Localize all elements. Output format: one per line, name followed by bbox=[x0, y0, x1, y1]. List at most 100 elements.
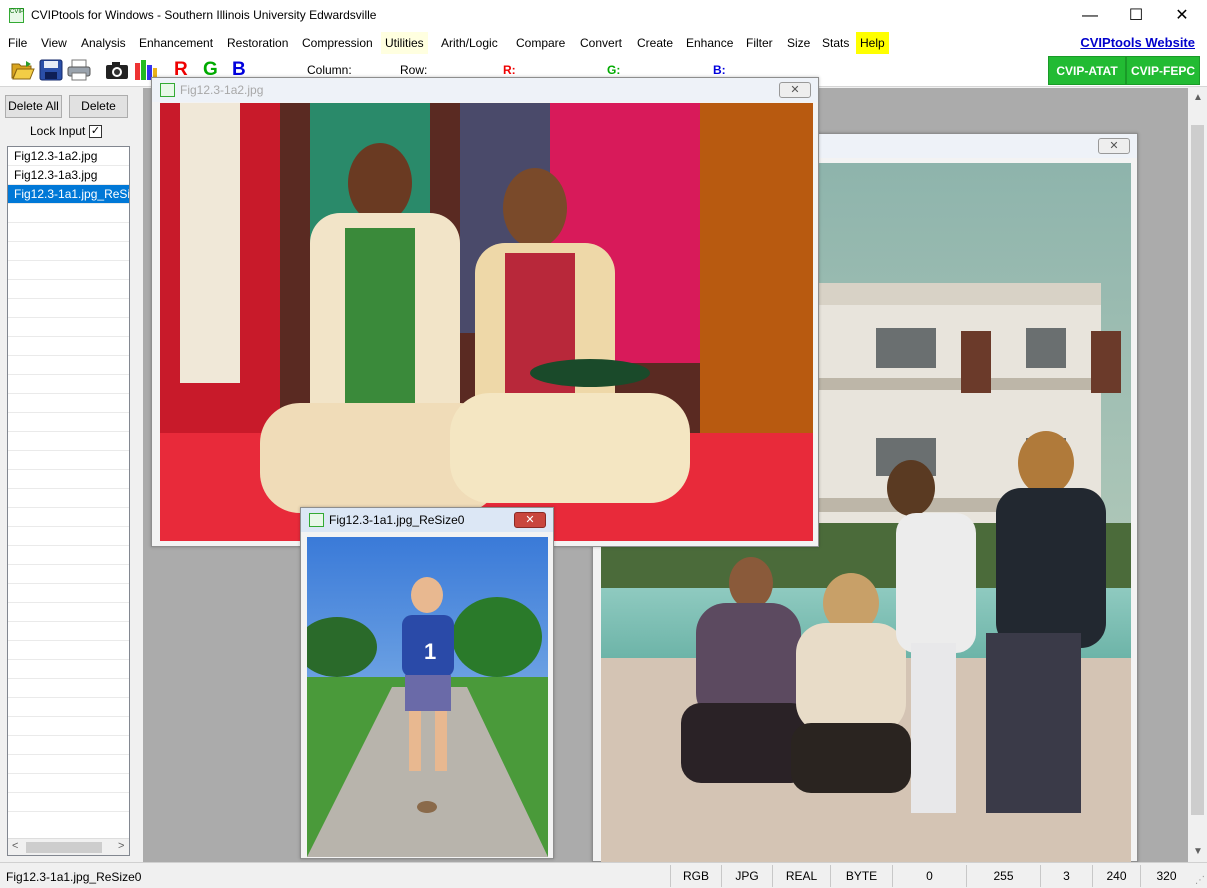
list-item-empty bbox=[8, 774, 129, 793]
image-queue-panel: Delete All Delete Lock Input ✓ Fig12.3-1… bbox=[0, 88, 140, 862]
menu-compression[interactable]: Compression bbox=[298, 32, 377, 54]
menu-analysis[interactable]: Analysis bbox=[77, 32, 130, 54]
image-window-wedding[interactable]: Fig12.3-1a2.jpg ✕ bbox=[151, 77, 819, 547]
list-item-empty bbox=[8, 698, 129, 717]
camera-icon[interactable] bbox=[105, 59, 129, 81]
status-bar: Fig12.3-1a1.jpg_ReSize0 RGB JPG REAL BYT… bbox=[0, 862, 1207, 888]
scroll-up-arrow[interactable]: ▲ bbox=[1193, 92, 1203, 103]
scrollbar-thumb[interactable] bbox=[26, 842, 102, 853]
list-item-empty bbox=[8, 736, 129, 755]
scroll-down-arrow[interactable]: ▼ bbox=[1193, 846, 1203, 857]
list-item-empty bbox=[8, 793, 129, 812]
list-item-empty bbox=[8, 717, 129, 736]
list-item-selected[interactable]: Fig12.3-1a1.jpg_ReSize0 bbox=[8, 185, 129, 204]
list-item-empty bbox=[8, 527, 129, 546]
list-item-empty bbox=[8, 451, 129, 470]
list-item-empty bbox=[8, 242, 129, 261]
menu-bar: File View Analysis Enhancement Restorati… bbox=[0, 32, 1207, 54]
menu-enhance[interactable]: Enhance bbox=[682, 32, 737, 54]
list-item-empty bbox=[8, 394, 129, 413]
menu-utilities[interactable]: Utilities bbox=[381, 32, 428, 54]
menu-view[interactable]: View bbox=[37, 32, 71, 54]
menu-create[interactable]: Create bbox=[633, 32, 677, 54]
status-data-type: BYTE bbox=[830, 865, 892, 887]
close-icon[interactable]: ✕ bbox=[514, 512, 546, 528]
list-item-empty bbox=[8, 223, 129, 242]
status-columns: 320 bbox=[1140, 865, 1192, 887]
lock-input-checkbox[interactable]: ✓ bbox=[89, 125, 102, 138]
print-icon[interactable] bbox=[67, 59, 91, 81]
list-item-empty bbox=[8, 584, 129, 603]
close-icon[interactable]: ✕ bbox=[1098, 138, 1130, 154]
list-item-empty bbox=[8, 470, 129, 489]
image-window-boy[interactable]: Fig12.3-1a1.jpg_ReSize0 ✕ 1 bbox=[300, 507, 554, 859]
window-title: Fig12.3-1a2.jpg bbox=[180, 83, 264, 97]
cvip-atat-button[interactable]: CVIP-ATAT bbox=[1048, 56, 1126, 85]
column-label: Column: bbox=[307, 63, 352, 77]
website-link[interactable]: CVIPtools Website bbox=[1080, 35, 1195, 50]
menu-arith-logic[interactable]: Arith/Logic bbox=[437, 32, 502, 54]
menu-filter[interactable]: Filter bbox=[742, 32, 777, 54]
menu-size[interactable]: Size bbox=[783, 32, 814, 54]
list-item-empty bbox=[8, 413, 129, 432]
g-value-label: G: bbox=[607, 63, 621, 77]
status-color-space: RGB bbox=[670, 865, 721, 887]
b-value-label: B: bbox=[713, 63, 726, 77]
list-item-empty bbox=[8, 375, 129, 394]
list-item-empty bbox=[8, 489, 129, 508]
list-item-empty bbox=[8, 546, 129, 565]
list-item-empty bbox=[8, 204, 129, 223]
window-titlebar[interactable]: Fig12.3-1a1.jpg_ReSize0 ✕ bbox=[301, 508, 553, 532]
menu-help[interactable]: Help bbox=[856, 32, 889, 54]
window-title: CVIPtools for Windows - Southern Illinoi… bbox=[31, 8, 377, 22]
minimize-button[interactable]: — bbox=[1067, 0, 1113, 31]
list-item-empty bbox=[8, 679, 129, 698]
list-horizontal-scrollbar[interactable]: < > bbox=[8, 838, 129, 855]
resize-grip-icon[interactable]: ⋰ bbox=[1195, 875, 1205, 886]
wedding-photo bbox=[160, 103, 813, 541]
cvip-fepc-button[interactable]: CVIP-FEPC bbox=[1126, 56, 1200, 85]
status-min-value: 0 bbox=[892, 865, 966, 887]
workspace-vertical-scrollbar[interactable]: ▲ ▼ bbox=[1188, 88, 1207, 862]
boy-photo-image: 1 bbox=[307, 537, 548, 857]
list-item-empty bbox=[8, 261, 129, 280]
window-app-icon bbox=[160, 83, 175, 97]
menu-stats[interactable]: Stats bbox=[818, 32, 853, 54]
list-item-empty bbox=[8, 622, 129, 641]
close-button[interactable]: ✕ bbox=[1159, 0, 1205, 31]
window-app-icon bbox=[309, 513, 324, 527]
status-filename: Fig12.3-1a1.jpg_ReSize0 bbox=[6, 870, 142, 884]
list-item-empty bbox=[8, 565, 129, 584]
boy-photo: 1 bbox=[307, 537, 548, 857]
delete-all-button[interactable]: Delete All bbox=[5, 95, 62, 118]
status-max-value: 255 bbox=[966, 865, 1040, 887]
r-value-label: R: bbox=[503, 63, 516, 77]
list-item-empty bbox=[8, 337, 129, 356]
title-bar: CVIP CVIPtools for Windows - Southern Il… bbox=[0, 0, 1207, 32]
menu-file[interactable]: File bbox=[4, 32, 31, 54]
save-icon[interactable] bbox=[39, 59, 63, 81]
menu-convert[interactable]: Convert bbox=[576, 32, 626, 54]
close-icon[interactable]: ✕ bbox=[779, 82, 811, 98]
row-label: Row: bbox=[400, 63, 428, 77]
menu-enhancement[interactable]: Enhancement bbox=[135, 32, 217, 54]
status-bands: 3 bbox=[1040, 865, 1092, 887]
delete-button[interactable]: Delete bbox=[69, 95, 128, 118]
menu-compare[interactable]: Compare bbox=[512, 32, 569, 54]
list-item[interactable]: Fig12.3-1a3.jpg bbox=[8, 166, 129, 185]
scroll-left-arrow[interactable]: < bbox=[12, 840, 18, 852]
list-item-empty bbox=[8, 356, 129, 375]
open-folder-icon[interactable] bbox=[11, 59, 35, 81]
list-item-empty bbox=[8, 603, 129, 622]
scroll-right-arrow[interactable]: > bbox=[118, 840, 124, 852]
maximize-button[interactable]: ☐ bbox=[1113, 0, 1159, 31]
window-titlebar[interactable]: Fig12.3-1a2.jpg ✕ bbox=[152, 78, 818, 102]
list-item[interactable]: Fig12.3-1a2.jpg bbox=[8, 147, 129, 166]
menu-restoration[interactable]: Restoration bbox=[223, 32, 292, 54]
jersey-number: 1 bbox=[424, 639, 436, 664]
app-icon: CVIP bbox=[9, 8, 24, 23]
scrollbar-thumb[interactable] bbox=[1191, 125, 1204, 815]
list-item-empty bbox=[8, 641, 129, 660]
list-item-empty bbox=[8, 755, 129, 774]
status-domain: REAL bbox=[772, 865, 830, 887]
